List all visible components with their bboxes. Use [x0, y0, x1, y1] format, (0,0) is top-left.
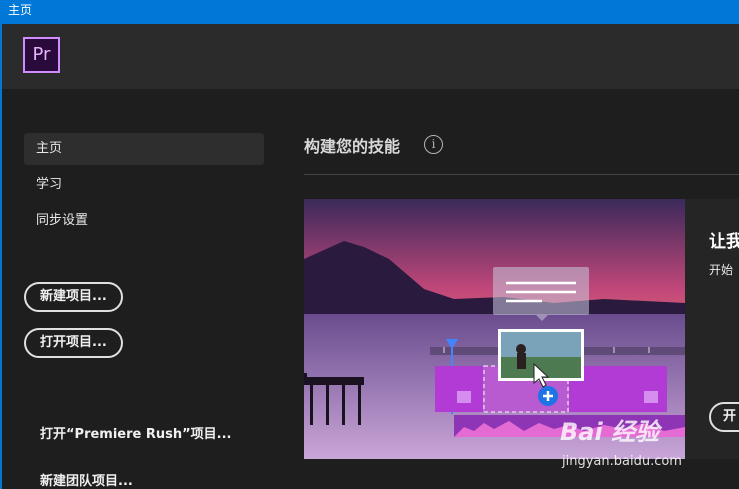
section-divider: [304, 174, 739, 175]
info-icon[interactable]: i: [424, 135, 443, 154]
section-title: 构建您的技能: [304, 137, 401, 156]
add-clip-icon: [538, 386, 558, 406]
new-project-button[interactable]: 新建项目...: [24, 282, 123, 312]
sidebar-item-home[interactable]: 主页: [24, 133, 264, 165]
window-title: 主页: [8, 3, 33, 17]
title-graphic-tooltip: [493, 267, 589, 321]
premiere-pro-logo-icon: Pr: [23, 37, 60, 73]
app-header: Pr: [0, 24, 739, 89]
watermark-url: jingyan.baidu.com: [562, 454, 682, 469]
sidebar: 主页 学习 同步设置 新建项目... 打开项目... 打开“Premiere R…: [0, 89, 285, 489]
baidu-jingyan-watermark: Bai 经验 jingyan.baidu.com: [560, 404, 739, 484]
tutorial-card-title: 让我: [709, 232, 739, 252]
new-team-project-button[interactable]: 新建团队项目...: [40, 470, 133, 489]
tutorial-card-subtitle: 开始: [709, 263, 734, 277]
watermark-brand: Bai 经验: [560, 418, 660, 446]
sidebar-item-sync-settings[interactable]: 同步设置: [24, 205, 264, 237]
sidebar-item-learn[interactable]: 学习: [24, 169, 264, 201]
open-rush-project-button[interactable]: 打开“Premiere Rush”项目...: [40, 423, 232, 442]
window-titlebar: 主页: [0, 0, 739, 24]
open-project-button[interactable]: 打开项目...: [24, 328, 123, 358]
